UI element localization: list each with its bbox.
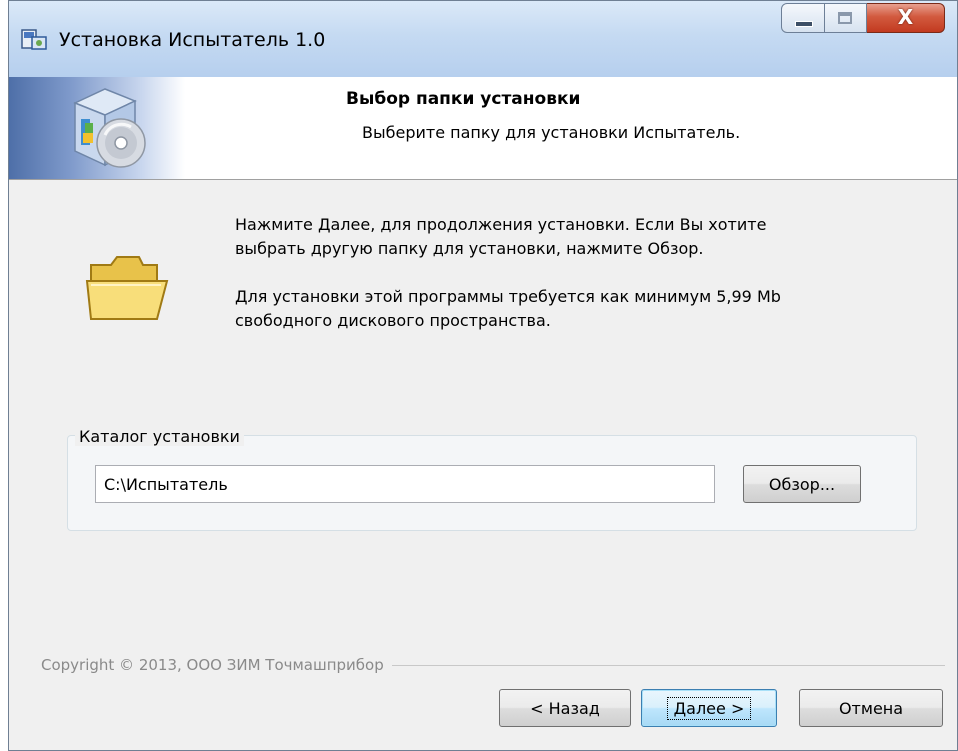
install-folder-label: Каталог установки: [75, 427, 244, 446]
back-button[interactable]: < Назад: [499, 689, 631, 727]
desc-line-1: Нажмите Далее, для продолжения установки…: [235, 215, 767, 234]
wizard-header: Выбор папки установки Выберите папку для…: [9, 77, 957, 180]
title-bar[interactable]: Установка Испытатель 1.0 X: [9, 1, 957, 78]
desc-line-3: Для установки этой программы требуется к…: [235, 287, 781, 306]
close-button[interactable]: X: [867, 3, 945, 33]
maximize-button[interactable]: [825, 3, 867, 33]
maximize-icon: [838, 12, 852, 24]
desc-line-2: выбрать другую папку для установки, нажм…: [235, 239, 704, 258]
minimize-button[interactable]: [781, 3, 825, 33]
close-icon: X: [897, 5, 914, 29]
installer-window: Установка Испытатель 1.0 X Выбор папки у…: [8, 0, 958, 751]
desc-line-4: свободного дискового пространства.: [235, 311, 551, 330]
header-subtitle: Выберите папку для установки Испытатель.: [362, 123, 741, 142]
window-title: Установка Испытатель 1.0: [59, 29, 326, 51]
copyright-text: Copyright © 2013, ООО ЗИМ Точмашприбор: [41, 656, 392, 674]
next-button[interactable]: Далее >: [641, 689, 777, 727]
installer-app-icon: [21, 29, 47, 50]
browse-button[interactable]: Обзор...: [743, 465, 861, 503]
minimize-icon: [795, 21, 813, 27]
next-button-label: Далее >: [666, 696, 752, 720]
description-text: Нажмите Далее, для продолжения установки…: [235, 213, 895, 333]
install-path-input[interactable]: [95, 465, 715, 503]
folder-icon: [85, 256, 169, 320]
cancel-button[interactable]: Отмена: [799, 689, 943, 727]
header-title: Выбор папки установки: [346, 89, 581, 109]
software-box-cd-icon: [73, 88, 146, 168]
caption-buttons: X: [781, 3, 945, 37]
